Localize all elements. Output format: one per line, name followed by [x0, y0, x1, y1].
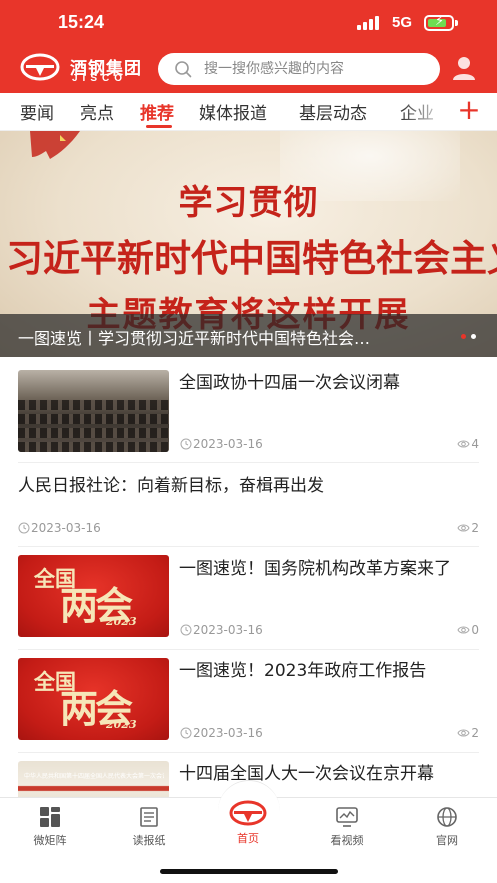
- news-title: 十四届全国人大一次会议在京开幕: [179, 764, 434, 784]
- news-views: 4: [457, 437, 479, 451]
- app-header: 15:24 5G ⚡ 酒钢集团 JISCO: [0, 0, 497, 93]
- eye-icon: [457, 440, 470, 448]
- thumb-year: 2023: [106, 615, 137, 628]
- flag-decoration-icon: [30, 131, 80, 159]
- news-title: 一图速览！2023年政府工作报告: [179, 661, 427, 681]
- channel-tabs: 要闻 亮点 推荐 媒体报道 基层动态 企业 +: [0, 93, 497, 131]
- video-icon: [336, 807, 358, 827]
- search-icon: [175, 61, 192, 78]
- bottom-navigation: 微矩阵 读报纸 首页 看视频 官网: [0, 780, 497, 883]
- clock-icon: [180, 624, 192, 636]
- thumb-year: 2023: [106, 718, 137, 731]
- nav-dubaozhi[interactable]: 读报纸: [109, 806, 189, 848]
- network-label: 5G: [392, 14, 413, 31]
- carousel-dots[interactable]: [461, 334, 481, 340]
- nav-guanwang[interactable]: 官网: [407, 806, 487, 848]
- news-date: 2023-03-16: [180, 437, 263, 451]
- news-thumbnail: 全国 两会 2023: [18, 658, 169, 740]
- nav-label: 读报纸: [132, 834, 166, 847]
- nav-weijuzhen[interactable]: 微矩阵: [10, 806, 90, 848]
- tab-meiti[interactable]: 媒体报道: [199, 99, 267, 124]
- app-logo[interactable]: 酒钢集团 JISCO: [20, 52, 144, 86]
- eye-icon: [457, 524, 470, 532]
- news-thumbnail: 全国 两会 2023: [18, 555, 169, 637]
- clock-icon: [18, 522, 30, 534]
- banner-caption: 一图速览丨学习贯彻习近平新时代中国特色社会…: [0, 314, 497, 357]
- tab-liangdian[interactable]: 亮点: [80, 99, 114, 124]
- newspaper-icon: [140, 807, 158, 827]
- news-item[interactable]: 全国 两会 2023 一图速览！国务院机构改革方案来了 2023-03-16 0: [0, 547, 497, 650]
- status-bar: 15:24 5G ⚡: [0, 0, 497, 46]
- carousel-dot-active[interactable]: [461, 334, 466, 339]
- user-profile-icon[interactable]: [450, 54, 478, 82]
- news-item[interactable]: 全国 两会 2023 一图速览！2023年政府工作报告 2023-03-16 2: [0, 650, 497, 753]
- news-date: 2023-03-16: [18, 521, 101, 535]
- banner-headline-1: 学习贯彻: [178, 183, 319, 223]
- news-thumbnail: [18, 370, 169, 452]
- search-box[interactable]: [158, 53, 440, 85]
- news-title: 全国政协十四届一次会议闭幕: [179, 373, 400, 393]
- status-time: 15:24: [58, 12, 105, 32]
- tab-tuijian[interactable]: 推荐: [140, 99, 174, 124]
- news-date: 2023-03-16: [180, 726, 263, 740]
- signal-icon: [357, 16, 383, 30]
- clock-icon: [180, 438, 192, 450]
- clock-icon: [180, 727, 192, 739]
- add-channel-button[interactable]: +: [454, 93, 484, 129]
- news-thumbnail: 中华人民共和国第十四届全国人民代表大会第一次会议: [18, 761, 169, 797]
- banner-headline-2: 习近平新时代中国特色社会主义思想: [6, 237, 497, 280]
- news-title: 人民日报社论：向着新目标，奋楫再出发: [18, 476, 324, 496]
- eye-icon: [457, 626, 470, 634]
- globe-icon: [437, 807, 457, 827]
- nav-label: 首页: [237, 832, 259, 845]
- nav-home[interactable]: 首页: [208, 800, 288, 846]
- news-item[interactable]: 全国政协十四届一次会议闭幕 2023-03-16 4: [0, 357, 497, 463]
- banner-caption-text: 一图速览丨学习贯彻习近平新时代中国特色社会…: [18, 329, 371, 348]
- grid-icon: [40, 807, 60, 827]
- nav-label: 官网: [436, 834, 458, 847]
- jisco-logo-icon: [20, 53, 60, 81]
- eye-icon: [457, 729, 470, 737]
- nav-label: 微矩阵: [33, 834, 67, 847]
- news-views: 2: [457, 521, 479, 535]
- news-date: 2023-03-16: [180, 623, 263, 637]
- search-input[interactable]: [204, 59, 424, 79]
- battery-icon: ⚡: [424, 14, 454, 31]
- tab-yaowen[interactable]: 要闻: [20, 99, 54, 124]
- active-tab-indicator: [146, 125, 172, 128]
- home-logo-icon: [229, 800, 267, 826]
- news-title: 一图速览！国务院机构改革方案来了: [179, 559, 451, 579]
- news-item[interactable]: 人民日报社论：向着新目标，奋楫再出发 2023-03-16 2: [0, 463, 497, 547]
- nav-label: 看视频: [330, 834, 364, 847]
- logo-english: JISCO: [72, 73, 128, 84]
- news-views: 0: [457, 623, 479, 637]
- thumb-stage-banner: 中华人民共和国第十四届全国人民代表大会第一次会议: [24, 773, 164, 780]
- news-views: 2: [457, 726, 479, 740]
- nav-kanshipin[interactable]: 看视频: [307, 806, 387, 848]
- home-indicator: [160, 869, 338, 874]
- featured-banner[interactable]: 学习贯彻 习近平新时代中国特色社会主义思想 主题教育将这样开展 一图速览丨学习贯…: [0, 131, 497, 357]
- tab-jiceng[interactable]: 基层动态: [299, 99, 367, 124]
- carousel-dot[interactable]: [471, 334, 476, 339]
